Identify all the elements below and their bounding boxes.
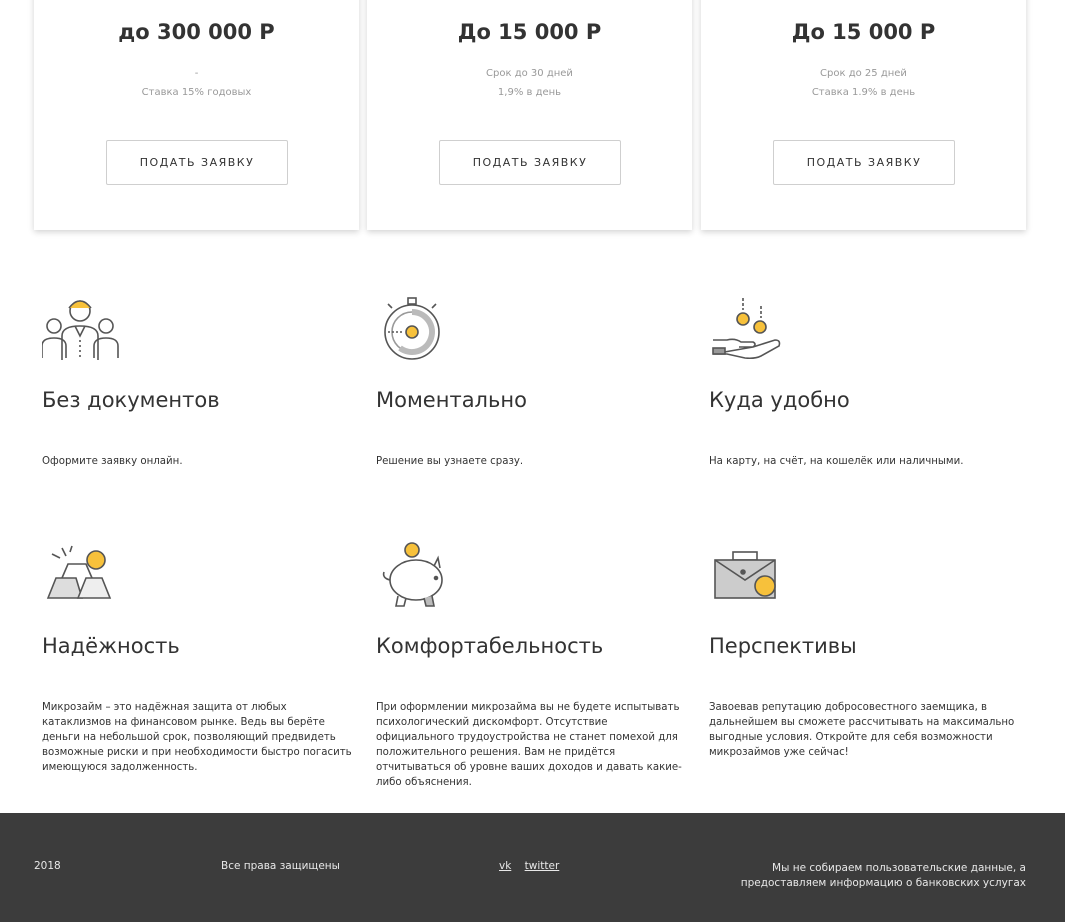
feature-title: Комфортабельность [376,634,604,658]
footer-year: 2018 [34,860,61,872]
feature-description: Решение вы узнаете сразу. [376,456,524,467]
apply-button[interactable]: ПОДАТЬ ЗАЯВКУ [439,140,621,185]
loan-amount: До 15 000 Р [791,20,936,44]
loan-term: Срок до 25 дней [820,68,907,79]
loan-card: до 300 000 Р - Ставка 15% годовых ПОДАТЬ… [34,0,359,230]
feature-title: Без документов [42,388,220,412]
loan-rate: 1,9% в день [497,87,562,98]
gold-bars-icon [42,542,124,610]
twitter-link[interactable]: twitter [525,860,560,872]
footer-social-links: vk twitter [499,860,569,872]
feature-title: Моментально [376,388,527,412]
feature-title: Надёжность [42,634,180,658]
piggy-bank-icon [376,542,458,610]
loan-card: До 15 000 Р Срок до 25 дней Ставка 1.9% … [701,0,1026,230]
loan-term: - [194,68,199,79]
loan-card: До 15 000 Р Срок до 30 дней 1,9% в день … [367,0,692,230]
feature-description: При оформлении микрозайма вы не будете и… [376,702,682,788]
feature-description: Оформите заявку онлайн. [42,456,183,467]
feature-description: Микрозайм – это надёжная защита от любых… [42,702,352,773]
feature-description: На карту, на счёт, на кошелёк или наличн… [709,456,964,467]
hand-coins-icon [709,296,791,364]
loan-amount: до 300 000 Р [118,20,275,44]
footer-note: Мы не собираем пользовательские данные, … [740,862,1026,889]
loan-amount: До 15 000 Р [457,20,602,44]
footer: 2018 Все права защищены vk twitter Мы не… [0,813,1065,922]
briefcase-icon [709,542,791,610]
loan-term: Срок до 30 дней [486,68,573,79]
people-icon [41,296,124,364]
vk-link[interactable]: vk [499,860,511,872]
feature-description: Завоевав репутацию добросовестного заемщ… [709,702,1015,758]
feature-title: Перспективы [709,634,857,658]
feature-title: Куда удобно [709,388,850,412]
footer-rights: Все права защищены [221,860,340,872]
apply-button[interactable]: ПОДАТЬ ЗАЯВКУ [106,140,288,185]
loan-rate: Ставка 1.9% в день [811,87,916,98]
apply-button[interactable]: ПОДАТЬ ЗАЯВКУ [773,140,955,185]
stopwatch-icon [376,296,458,364]
loan-rate: Ставка 15% годовых [141,87,252,98]
